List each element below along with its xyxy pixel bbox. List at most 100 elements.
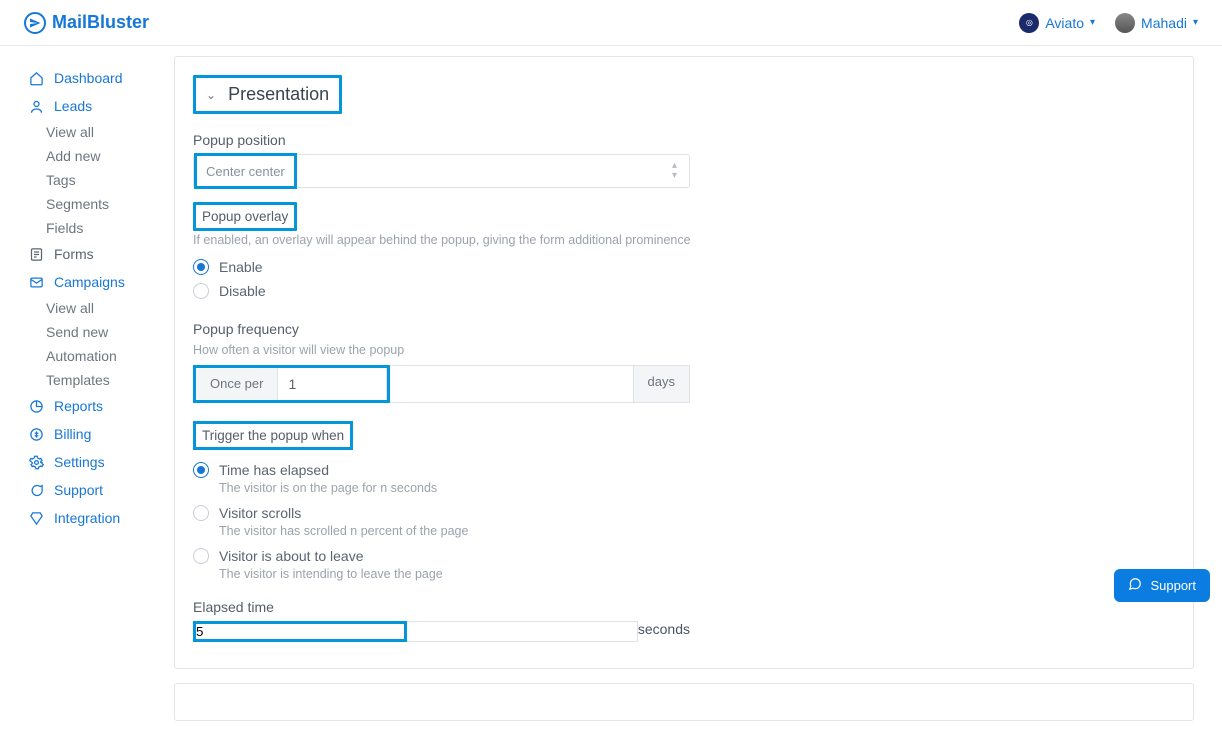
sidebar-sub-segments[interactable]: Segments [28,192,170,216]
chat-icon [28,482,44,498]
sidebar-sub-add-new[interactable]: Add new [28,144,170,168]
popup-position-label: Popup position [193,132,1175,148]
sidebar-sub-camp-templates[interactable]: Templates [28,368,170,392]
radio-time-elapsed-label: Time has elapsed [219,462,329,478]
field-popup-overlay: Popup overlay If enabled, an overlay wil… [193,202,1175,303]
workspace-switcher[interactable]: ◎ Aviato ▾ [1019,13,1095,33]
popup-overlay-help: If enabled, an overlay will appear behin… [193,233,1175,247]
popup-frequency-label: Popup frequency [193,321,1175,337]
sidebar-sub-camp-automation[interactable]: Automation [28,344,170,368]
sidebar: Dashboard Leads View all Add new Tags Se… [0,46,170,755]
sidebar-item-label: Reports [54,398,103,414]
envelope-icon [28,274,44,290]
section-presentation-title[interactable]: ⌄ Presentation [193,75,342,114]
popup-frequency-help: How often a visitor will view the popup [193,343,1175,357]
popup-position-value: Center center [206,164,285,179]
diamond-icon [28,510,44,526]
home-icon [28,70,44,86]
radio-icon [193,548,209,564]
sidebar-item-campaigns[interactable]: Campaigns [28,268,170,296]
sidebar-item-label: Campaigns [54,274,125,290]
workspace-name: Aviato [1045,15,1084,31]
top-header: MailBluster ◎ Aviato ▾ Mahadi ▾ [0,0,1222,46]
sidebar-item-settings[interactable]: Settings [28,448,170,476]
sidebar-item-forms[interactable]: Forms [28,240,170,268]
sidebar-item-label: Leads [54,98,92,114]
frequency-highlight: Once per [193,365,390,403]
brand-name: MailBluster [52,12,149,33]
frequency-input[interactable] [277,368,387,400]
workspace-badge-icon: ◎ [1019,13,1039,33]
sidebar-sub-tags[interactable]: Tags [28,168,170,192]
sidebar-item-label: Support [54,482,103,498]
billing-icon [28,426,44,442]
sidebar-sub-camp-view-all[interactable]: View all [28,296,170,320]
frequency-spacer[interactable] [390,365,633,403]
radio-visitor-leave[interactable]: Visitor is about to leave [193,544,1175,568]
elapsed-time-group: seconds [193,621,690,642]
next-card [174,683,1194,721]
elapsed-time-input[interactable] [196,624,373,639]
radio-icon [193,505,209,521]
select-chevron-icon: ▴▾ [660,161,689,181]
sidebar-item-support[interactable]: Support [28,476,170,504]
popup-position-value-highlight: Center center [194,153,297,189]
radio-leave-label: Visitor is about to leave [219,548,364,564]
radio-icon [193,462,209,478]
form-icon [28,246,44,262]
radio-scrolls-label: Visitor scrolls [219,505,301,521]
sidebar-item-label: Settings [54,454,105,470]
user-menu[interactable]: Mahadi ▾ [1115,13,1198,33]
report-icon [28,398,44,414]
radio-disable[interactable]: Disable [193,279,1175,303]
radio-enable-label: Enable [219,259,263,275]
user-name: Mahadi [1141,15,1187,31]
brand-logo[interactable]: MailBluster [24,12,149,34]
field-elapsed-time: Elapsed time seconds [193,599,1175,642]
popup-frequency-input-group: Once per days [193,365,690,403]
radio-enable[interactable]: Enable [193,255,1175,279]
chevron-down-icon: ▾ [1193,17,1198,28]
sidebar-sub-fields[interactable]: Fields [28,216,170,240]
gear-icon [28,454,44,470]
main-content: ⌄ Presentation Popup position Center cen… [170,46,1222,755]
radio-time-elapsed-help: The visitor is on the page for n seconds [193,481,1175,495]
section-title-text: Presentation [228,84,329,105]
chat-bubble-icon [1128,577,1142,594]
presentation-card: ⌄ Presentation Popup position Center cen… [174,56,1194,669]
sidebar-item-reports[interactable]: Reports [28,392,170,420]
field-trigger: Trigger the popup when Time has elapsed … [193,421,1175,581]
radio-time-elapsed[interactable]: Time has elapsed [193,458,1175,482]
radio-icon [193,283,209,299]
sidebar-item-label: Dashboard [54,70,123,86]
radio-visitor-scrolls[interactable]: Visitor scrolls [193,501,1175,525]
user-icon [28,98,44,114]
sidebar-item-leads[interactable]: Leads [28,92,170,120]
chevron-down-icon: ⌄ [206,88,216,102]
field-popup-position: Popup position Center center ▴▾ [193,132,1175,188]
elapsed-spacer [407,621,638,642]
popup-position-select[interactable]: Center center ▴▾ [193,154,690,188]
sidebar-item-integration[interactable]: Integration [28,504,170,532]
avatar [1115,13,1135,33]
support-button[interactable]: Support [1114,569,1210,602]
sidebar-item-label: Forms [54,246,94,262]
sidebar-item-billing[interactable]: Billing [28,420,170,448]
sidebar-sub-camp-send-new[interactable]: Send new [28,320,170,344]
header-right: ◎ Aviato ▾ Mahadi ▾ [1019,13,1198,33]
once-per-addon: Once per [196,368,277,400]
sidebar-item-label: Integration [54,510,120,526]
support-button-label: Support [1150,578,1196,593]
sidebar-item-dashboard[interactable]: Dashboard [28,64,170,92]
field-popup-frequency: Popup frequency How often a visitor will… [193,321,1175,403]
radio-icon [193,259,209,275]
seconds-addon: seconds [638,621,690,642]
paper-plane-icon [24,12,46,34]
days-addon: days [634,365,690,403]
sidebar-sub-view-all[interactable]: View all [28,120,170,144]
radio-scrolls-help: The visitor has scrolled n percent of th… [193,524,1175,538]
radio-disable-label: Disable [219,283,266,299]
radio-leave-help: The visitor is intending to leave the pa… [193,567,1175,581]
elapsed-time-label: Elapsed time [193,599,1175,615]
chevron-down-icon: ▾ [1090,17,1095,28]
